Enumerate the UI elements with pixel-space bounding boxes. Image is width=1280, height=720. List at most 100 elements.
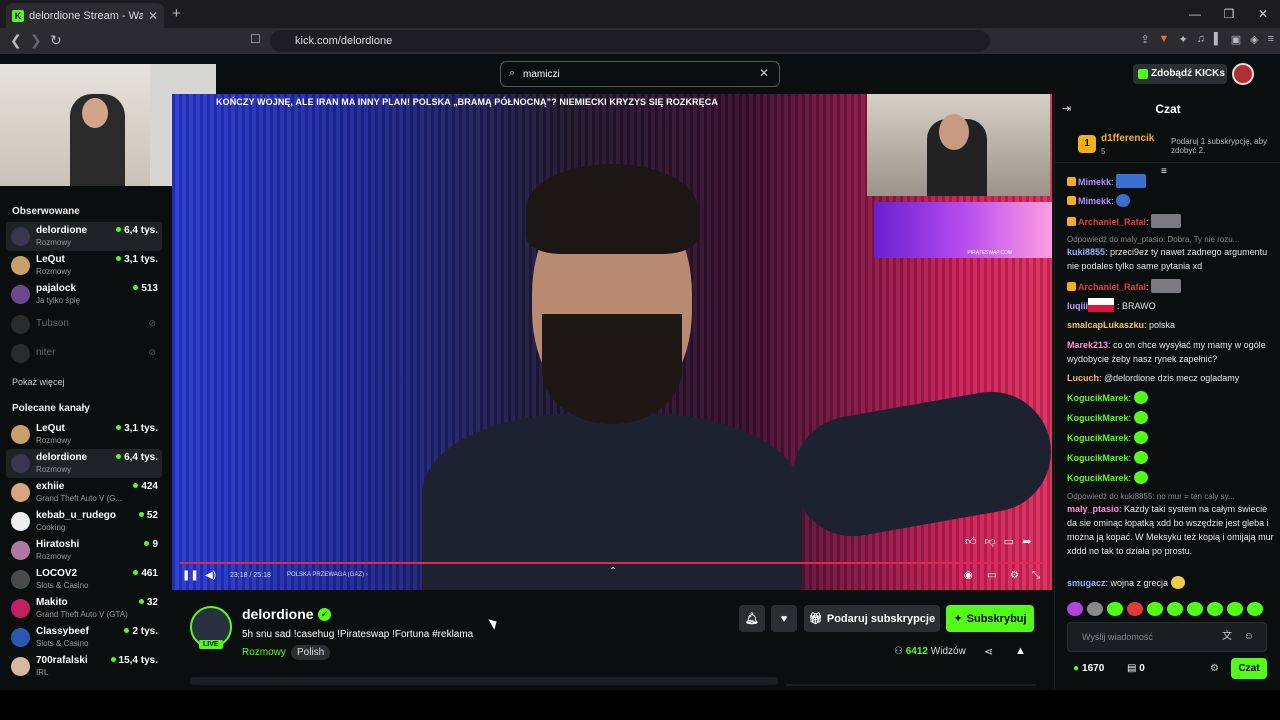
chat-footer: 1670 ▤ 0 ⚙ Czat [1055, 658, 1280, 680]
emote-icon[interactable] [1227, 602, 1243, 616]
emote-icon[interactable] [1167, 602, 1183, 616]
bookmark-icon[interactable]: ☐ [250, 32, 261, 46]
emote-icon[interactable] [1127, 602, 1143, 616]
video-headline: KOŃCZY WOJNĘ, ALE IRAN MA INNY PLAN! POL… [216, 97, 718, 107]
theater-icon[interactable]: ▭ [987, 570, 996, 581]
browser-tab[interactable]: K delordione Stream - Watch Li ✕ [6, 3, 164, 28]
back-icon[interactable]: ❮ [10, 32, 22, 49]
sidebar-channel[interactable]: LOCOV2 Slots & Casino 461 [6, 565, 162, 594]
clear-search-icon[interactable]: ✕ [759, 66, 769, 80]
recommended-title: Polecane kanały [12, 403, 90, 414]
reload-icon[interactable]: ↻ [50, 32, 62, 49]
sidebar-channel[interactable]: delordione Rozmowy 6,4 tys. [6, 449, 162, 478]
chat-message: KogucikMarek: [1067, 411, 1277, 425]
sidebar-channel[interactable]: Makito Grand Theft Auto V (GTA) 32 [6, 594, 162, 623]
send-chat-button[interactable]: Czat [1231, 658, 1267, 679]
volume-icon[interactable]: ◀) [205, 570, 216, 581]
sidebar-channel[interactable]: exhiie Grand Theft Auto V (G... 424 [6, 478, 162, 507]
video-reaction-icons: 👍︎ 👎︎ ▭ ➦ [965, 535, 1031, 548]
avatar [11, 512, 30, 531]
gifter-rank: 1 [1078, 135, 1096, 153]
search-bar[interactable]: ⌕ mamiczi ✕ [500, 61, 780, 87]
reply-context[interactable]: Odpowiedź do kuki8855: no mur = ten caly… [1067, 492, 1277, 501]
sidebar-channel[interactable]: LeQut Rozmowy 3,1 tys. [6, 420, 162, 449]
share-page-icon[interactable]: ⇪ [1140, 33, 1149, 46]
channel-points[interactable]: 1670 [1073, 663, 1104, 674]
avatar [11, 541, 30, 560]
dislike-icon[interactable]: 👎︎ [985, 535, 996, 548]
comment-icon[interactable]: ▭ [1004, 535, 1014, 548]
get-kicks-button[interactable]: Zdobądź KICKs [1133, 64, 1227, 84]
reply-context[interactable]: Odpowiedź do maly_ptasio: Dobra, Ty nie … [1067, 235, 1277, 244]
streamer-name[interactable]: delordione [242, 606, 314, 622]
verified-icon: ✓ [318, 608, 331, 621]
subscribe-button[interactable]: ✦ Subskrybuj [946, 605, 1034, 632]
chat-message: Mimekk: [1067, 194, 1277, 208]
emote-icon[interactable] [1067, 602, 1083, 616]
gift-prompt[interactable]: Podaruj 1 subskrypcję, aby zdobyć 2. [1171, 137, 1279, 155]
sidebar-channel[interactable]: Tubson ⊘ [6, 310, 162, 339]
emote-icon[interactable] [1187, 602, 1203, 616]
progress-bar[interactable] [180, 562, 1044, 564]
gifter-name[interactable]: d1fferencik [1101, 133, 1154, 144]
expand-up-icon[interactable]: ⌃ [609, 566, 617, 577]
forward-icon[interactable]: ❯ [30, 32, 42, 49]
below-content-bar [190, 677, 778, 685]
follow-button[interactable]: ♥ [771, 605, 797, 632]
vpn-icon[interactable]: ◈ [1250, 33, 1258, 46]
emote-picker-icon[interactable]: ☺ [1244, 623, 1254, 651]
minimize-icon[interactable]: — [1178, 0, 1212, 28]
report-icon[interactable]: ▲ [1015, 645, 1026, 657]
emote-icon[interactable] [1207, 602, 1223, 616]
tab-close-icon[interactable]: ✕ [148, 9, 158, 23]
chat-message: Archaniel_Rafal: [1067, 214, 1277, 229]
record-icon[interactable]: ◉ [964, 570, 973, 581]
translate-icon[interactable]: 文 [1222, 623, 1232, 651]
extensions-icon[interactable]: ✦ [1178, 33, 1187, 46]
maximize-icon[interactable]: ❐ [1212, 0, 1246, 28]
sidebar-channel[interactable]: 700rafalski IRL 15,4 tys. [6, 652, 162, 681]
avatar [11, 454, 30, 473]
gift-subs-button[interactable]: 🎁︎ Podaruj subskrypcje [804, 605, 940, 632]
user-avatar[interactable] [1232, 63, 1254, 85]
notifications-button[interactable]: 🔔︎ [739, 605, 765, 632]
url-field[interactable]: kick.com/delordione [270, 30, 990, 52]
like-icon[interactable]: 👍︎ [965, 535, 977, 548]
new-tab-button[interactable]: + [172, 5, 181, 22]
emote-icon[interactable] [1107, 602, 1123, 616]
sidebar-channel[interactable]: niter ⊘ [6, 339, 162, 368]
search-input[interactable]: mamiczi [523, 69, 560, 80]
sidebar-channel[interactable]: LeQut Rozmowy 3,1 tys. [6, 251, 162, 280]
settings-icon[interactable]: ⚙ [1010, 570, 1019, 581]
share-video-icon[interactable]: ➦ [1022, 535, 1031, 548]
drops-count[interactable]: ▤ 0 [1127, 663, 1145, 674]
close-window-icon[interactable]: ✕ [1246, 0, 1280, 28]
sidebar-toggle-icon[interactable]: ▌ [1214, 33, 1222, 46]
stream-category[interactable]: Rozmowy [242, 647, 286, 658]
show-more-link[interactable]: Pokaż więcej [12, 377, 65, 387]
language-tag[interactable]: Polish [291, 645, 331, 660]
sidebar-channel[interactable]: Hiratoshi Rozmowy 9 [6, 536, 162, 565]
followed-title: Obserwowane [12, 206, 80, 217]
emote-icon[interactable] [1147, 602, 1163, 616]
chat-panel: ⇥ Czat 1 d1fferencik 5 Podaruj 1 subskry… [1054, 94, 1280, 690]
media-icon[interactable]: ♫ [1197, 33, 1205, 46]
sidebar-channel[interactable]: delordione Rozmowy 6,4 tys. [6, 222, 162, 251]
chat-message: luqiii: BRAWO [1067, 298, 1277, 313]
sidebar-channel[interactable]: kebab_u_rudego Cooking 52 [6, 507, 162, 536]
emote-icon[interactable] [1087, 602, 1103, 616]
sidebar-channel[interactable]: Classybeef Slots & Casino 2 tys. [6, 623, 162, 652]
emote-icon[interactable] [1247, 602, 1263, 616]
menu-icon[interactable]: ≡ [1268, 33, 1274, 46]
brave-shield-icon[interactable]: ▼ [1159, 33, 1170, 46]
live-badge: LIVE [199, 640, 223, 649]
chat-input[interactable]: Wyślij wiadomość 文 ☺ [1067, 622, 1267, 652]
fullscreen-icon[interactable]: ⤡ [1032, 570, 1040, 581]
sidebar-channel[interactable]: pajalock Ja tylko śpię 513 [6, 280, 162, 309]
share-icon[interactable]: ⋖ [984, 645, 993, 658]
viewer-count: ⚇ 6412 Widzów [894, 646, 966, 657]
chat-title: Czat [1155, 102, 1181, 116]
chat-settings-icon[interactable]: ⚙ [1210, 663, 1219, 674]
pause-icon[interactable]: ❚❚ [182, 570, 199, 581]
wallet-icon[interactable]: ▣ [1231, 33, 1241, 46]
